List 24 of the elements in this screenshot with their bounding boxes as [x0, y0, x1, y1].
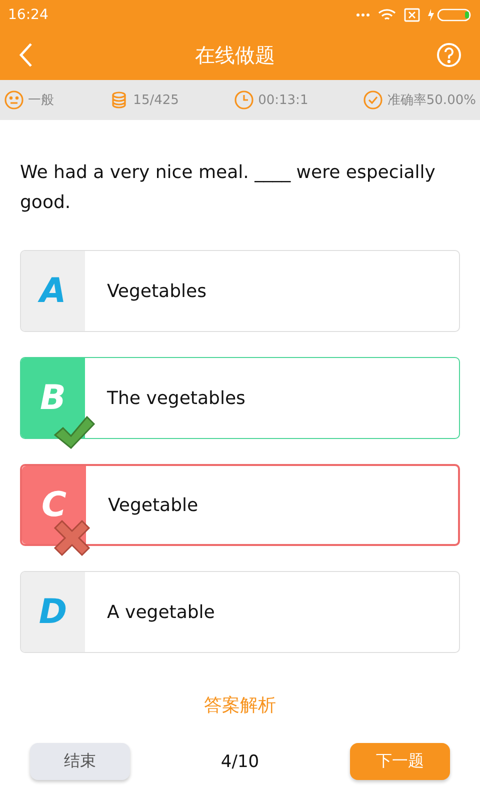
stat-text: 准确率50.00%	[387, 92, 476, 109]
more-dots-icon	[356, 13, 370, 17]
status-time: 16:24	[8, 7, 48, 23]
help-button[interactable]	[436, 42, 462, 68]
back-button[interactable]	[18, 42, 34, 68]
stat-text: 00:13:1	[258, 92, 308, 108]
stat-text: 15/425	[133, 92, 179, 108]
answer-option[interactable]: D A vegetable	[20, 571, 460, 653]
end-button[interactable]: 结束	[30, 743, 130, 780]
check-circle-icon	[363, 90, 384, 110]
answer-option[interactable]: B The vegetables	[20, 357, 460, 439]
stat-text: 一般	[28, 92, 54, 109]
wifi-icon	[378, 8, 396, 22]
cross-mark-icon	[52, 518, 92, 558]
check-mark-icon	[52, 413, 96, 451]
sim-card-icon	[404, 8, 420, 22]
clock-icon	[234, 90, 254, 110]
neutral-face-icon	[4, 90, 24, 110]
answer-option[interactable]: C Vegetable	[20, 464, 460, 546]
page-title: 在线做题	[195, 42, 275, 68]
question-text: We had a very nice meal. ____ were especially good.	[20, 161, 436, 215]
answer-option[interactable]: A Vegetables	[20, 250, 460, 332]
battery-icon	[428, 8, 472, 22]
page-counter: 4/10	[220, 752, 260, 772]
